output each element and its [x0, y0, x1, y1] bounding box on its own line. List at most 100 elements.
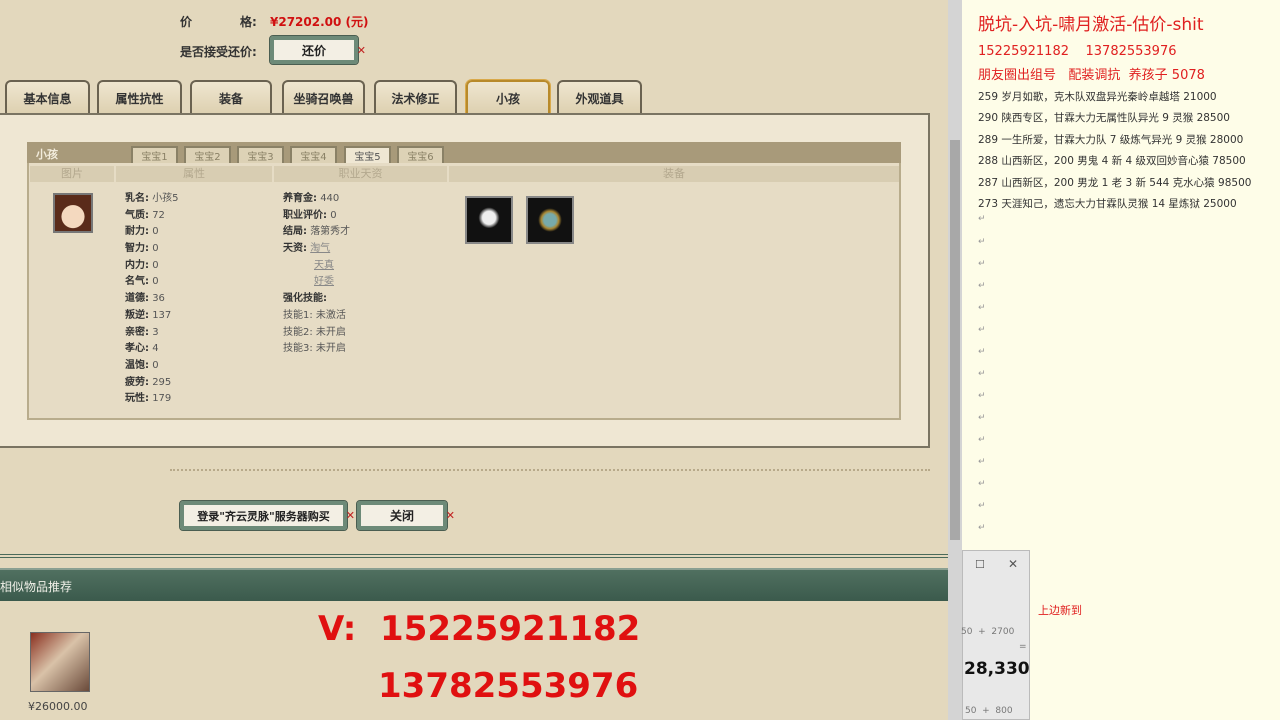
attribute-row: 智力: 0: [125, 241, 179, 258]
scrollbar[interactable]: [948, 0, 962, 720]
career-label: 职业评价:: [283, 209, 327, 221]
attribute-label: 名气:: [125, 276, 149, 288]
tab-child[interactable]: 小孩: [465, 79, 551, 115]
skill-label: 技能2:: [283, 326, 313, 338]
divider: [170, 469, 930, 471]
notepad-line: 259 岁月如歌，克木队双盘异光秦岭卓越塔 21000: [978, 91, 1217, 103]
career-label: 养育金:: [283, 193, 317, 204]
notepad-line: 290 陕西专区，甘霖大力无属性队异光 9 灵猴 28500: [978, 112, 1230, 124]
skill-value: 未开启: [315, 343, 346, 355]
calc-result: 28,330: [964, 659, 1030, 679]
buy-button[interactable]: 登录"齐云灵脉"服务器购买: [179, 500, 355, 531]
career-list: 养育金: 440 职业评价: 0 结局: 落第秀才 天资: 淘气 天真 好委 强…: [283, 191, 443, 358]
attribute-value: 0: [152, 359, 159, 371]
attribute-value: 179: [152, 393, 172, 405]
tab-appearance[interactable]: 外观道具: [557, 80, 642, 114]
subtab-baby3[interactable]: 宝宝3: [237, 146, 284, 163]
col-attributes: 属性: [116, 166, 272, 182]
attribute-row: 道德: 36: [125, 291, 179, 308]
attribute-value: 0: [152, 276, 159, 288]
talent-link[interactable]: 淘气: [310, 243, 330, 254]
attribute-row: 气质: 72: [125, 208, 179, 225]
subtab-baby5[interactable]: 宝宝5: [344, 146, 391, 163]
price-label-b: 格:: [240, 15, 257, 29]
price-value: ¥27202.00 (元): [270, 15, 369, 29]
paragraph-mark: ↵: [978, 259, 986, 269]
attribute-row: 叛逆: 137: [125, 308, 179, 325]
attribute-label: 道德:: [125, 293, 149, 305]
attribute-label: 气质:: [125, 209, 149, 221]
skill-value: 未激活: [315, 309, 346, 321]
talent-link[interactable]: 天真: [314, 260, 334, 271]
notepad-line: 289 一生所爱，甘霖大力队 7 级炼气异光 9 灵猴 28000: [978, 134, 1244, 146]
game-page: 价 格: ¥27202.00 (元) 是否接受还价: 还价 基本信息 属性抗性 …: [0, 0, 948, 720]
paragraph-mark: ↵: [978, 479, 986, 489]
col-career: 职业天资: [274, 166, 447, 182]
overlay-contact-line2: 13782553976: [378, 666, 639, 706]
attribute-label: 乳名:: [125, 193, 149, 204]
tab-equipment[interactable]: 装备: [190, 80, 272, 114]
career-value: 落第秀才: [310, 226, 351, 238]
paragraph-mark: ↵: [978, 214, 986, 224]
skill-label: 技能3:: [283, 343, 313, 355]
recommend-item-image[interactable]: [30, 632, 90, 692]
subtab-baby6[interactable]: 宝宝6: [397, 146, 444, 163]
attribute-label: 内力:: [125, 259, 149, 271]
notepad-line: 288 山西新区，200 男鬼 4 新 4 级双回妙音心猿 78500: [978, 155, 1246, 167]
subtab-baby2[interactable]: 宝宝2: [184, 146, 231, 163]
tab-attributes[interactable]: 属性抗性: [97, 80, 182, 114]
calc-expression-1: 50 + 2700: [961, 627, 1015, 637]
attribute-value: 3: [152, 326, 159, 338]
tab-basic-info[interactable]: 基本信息: [5, 80, 90, 114]
calculator-window: ☐ ✕ 50 + 2700 = 28,330 50 + 800: [961, 550, 1030, 720]
paragraph-mark: ↵: [978, 457, 986, 467]
counter-offer-label: 是否接受还价:: [180, 45, 257, 59]
attribute-row: 疲劳: 295: [125, 375, 179, 392]
attribute-value: 0: [152, 259, 159, 271]
paragraph-mark: ↵: [978, 281, 986, 291]
notepad-title: 脱坑-入坑-啸月激活-估价-shit: [978, 15, 1204, 35]
paragraph-mark: ↵: [978, 435, 986, 445]
price-label-a: 价: [180, 15, 193, 29]
notepad-line: 287 山西新区，200 男龙 1 老 3 新 544 克水心猿 98500: [978, 177, 1252, 189]
skill-label: 技能1:: [283, 309, 313, 321]
tab-mounts-pets[interactable]: 坐骑召唤兽: [282, 80, 365, 114]
skill-value: 未开启: [315, 326, 346, 338]
maximize-icon[interactable]: ☐: [975, 558, 985, 571]
career-label: 结局:: [283, 226, 307, 238]
attribute-row: 温饱: 0: [125, 358, 179, 375]
subtab-baby1[interactable]: 宝宝1: [131, 146, 178, 163]
subtab-baby4[interactable]: 宝宝4: [290, 146, 337, 163]
tab-spell-mods[interactable]: 法术修正: [374, 80, 457, 114]
paragraph-mark: ↵: [978, 347, 986, 357]
notepad-line: 273 天涯知己，遗忘大力甘霖队灵猴 14 星炼狱 25000: [978, 198, 1237, 210]
attribute-value: 0: [152, 226, 159, 238]
close-icon[interactable]: ✕: [1008, 557, 1018, 571]
talent-link[interactable]: 好委: [314, 276, 334, 287]
notepad-subtitle: 朋友圈出组号 配装调抗 养孩子 5078: [978, 68, 1205, 83]
career-value: 440: [320, 193, 340, 204]
col-equipment: 装备: [449, 166, 899, 182]
close-button[interactable]: 关闭: [356, 500, 455, 531]
overlay-contact-line1: V: 15225921182: [318, 609, 641, 649]
attribute-label: 疲劳:: [125, 376, 149, 388]
paragraph-mark: ↵: [978, 391, 986, 401]
career-value: 0: [330, 209, 337, 221]
attribute-label: 智力:: [125, 243, 149, 255]
attribute-label: 温饱:: [125, 359, 149, 371]
attribute-value: 295: [152, 376, 172, 388]
paragraph-mark: ↵: [978, 237, 986, 247]
calc-expression-2: 50 + 800: [965, 706, 1013, 716]
child-portrait: [53, 193, 93, 233]
notepad-red-note: 上边新到: [1038, 604, 1082, 617]
notepad-phones: 15225921182 13782553976: [978, 44, 1177, 59]
counter-offer-button[interactable]: 还价: [269, 35, 366, 65]
talent-label: 天资:: [283, 243, 307, 255]
paragraph-mark: ↵: [978, 303, 986, 313]
recommend-title: 相似物品推荐: [0, 580, 73, 594]
attribute-row: 孝心: 4: [125, 341, 179, 358]
equipment-slot-2[interactable]: [526, 196, 574, 244]
attribute-label: 孝心:: [125, 343, 149, 355]
attribute-value: 4: [152, 343, 159, 355]
equipment-slot-1[interactable]: [465, 196, 513, 244]
